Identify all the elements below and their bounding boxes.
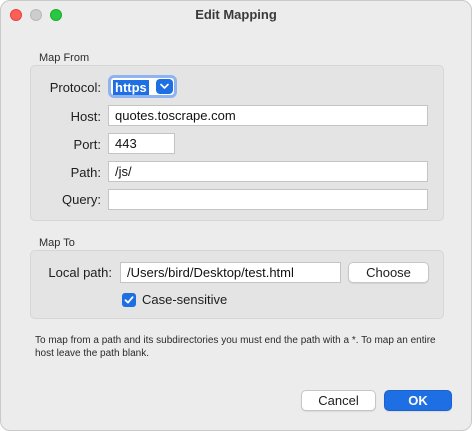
checkmark-icon [124,296,134,304]
path-field[interactable]: /js/ [108,161,428,182]
path-label: Path: [70,165,101,180]
case-sensitive-checkbox[interactable] [122,293,136,307]
cancel-button[interactable]: Cancel [301,390,376,411]
local-path-label: Local path: [48,265,112,280]
host-field[interactable]: quotes.toscrape.com [108,105,428,126]
title-bar: Edit Mapping [1,1,471,29]
port-label: Port: [73,137,101,152]
map-from-section-label: Map From [39,52,90,64]
local-path-field[interactable]: /Users/bird/Desktop/test.html [120,262,341,283]
map-to-panel [30,250,444,319]
protocol-selected-value: https [113,80,149,95]
protocol-select[interactable]: https [108,75,177,98]
mapping-help-text: To map from a path and its subdirectorie… [35,335,436,359]
choose-button[interactable]: Choose [348,262,429,283]
port-field[interactable]: 443 [108,133,175,154]
map-to-section-label: Map To [39,237,75,249]
protocol-label: Protocol: [49,80,101,95]
query-field[interactable] [108,189,428,210]
host-label: Host: [70,109,101,124]
chevron-down-icon [156,79,173,94]
ok-button[interactable]: OK [384,390,452,411]
query-label: Query: [61,192,101,207]
edit-mapping-window: Edit Mapping Map From Protocol: https Ho… [0,0,472,431]
case-sensitive-label[interactable]: Case-sensitive [142,292,227,307]
window-title: Edit Mapping [195,7,277,22]
